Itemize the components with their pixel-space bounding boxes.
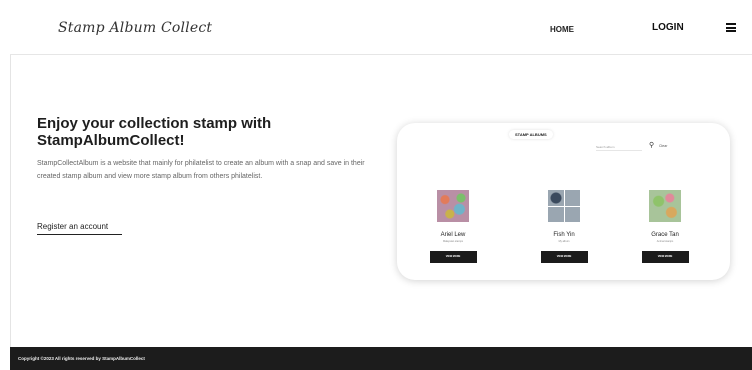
preview-clear-button[interactable]: Clear <box>659 144 667 148</box>
album-card: Grace Tan Animal stamps VIEW MORE <box>635 190 695 263</box>
preview-tab-stamp-albums[interactable]: STAMP ALBUMS <box>509 130 553 139</box>
album-card: Fish Yin My album VIEW MORE <box>534 190 594 263</box>
stamp-image <box>649 190 681 222</box>
footer-copyright: Copyright ©2023 All rights reserved by S… <box>18 356 145 361</box>
register-account-link[interactable]: Register an account <box>37 222 122 235</box>
album-owner-name: Ariel Lew <box>440 232 466 238</box>
hero-title: Enjoy your collection stamp with StampAl… <box>37 115 272 149</box>
album-owner-name: Fish Yin <box>553 232 575 238</box>
album-owner-name: Grace Tan <box>651 232 679 238</box>
preview-search-input[interactable]: Search album <box>596 143 642 151</box>
album-card: Ariel Lew Malaysian stamps VIEW MORE <box>423 190 483 263</box>
stamp-image <box>437 190 469 222</box>
view-more-button[interactable]: VIEW MORE <box>641 251 689 263</box>
album-subtitle: Animal stamps <box>656 240 674 243</box>
hamburger-menu-icon[interactable] <box>726 23 736 32</box>
hero-description: StampCollectAlbum is a website that main… <box>37 160 365 180</box>
nav-home-link[interactable]: HOME <box>550 25 574 34</box>
view-more-button[interactable]: VIEW MORE <box>540 251 588 263</box>
album-subtitle: Malaysian stamps <box>442 240 463 243</box>
album-preview-card: STAMP ALBUMS Search album ⚲ Clear Ariel … <box>397 123 730 280</box>
stamp-image <box>548 190 580 222</box>
view-more-button[interactable]: VIEW MORE <box>429 251 477 263</box>
site-footer: Copyright ©2023 All rights reserved by S… <box>10 347 752 370</box>
site-logo[interactable]: Stamp Album Collect <box>58 20 212 36</box>
nav-login-link[interactable]: LOGIN <box>652 22 684 33</box>
top-navbar: Stamp Album Collect HOME LOGIN <box>10 6 752 55</box>
album-subtitle: My album <box>558 240 570 243</box>
search-icon[interactable]: ⚲ <box>649 141 654 149</box>
